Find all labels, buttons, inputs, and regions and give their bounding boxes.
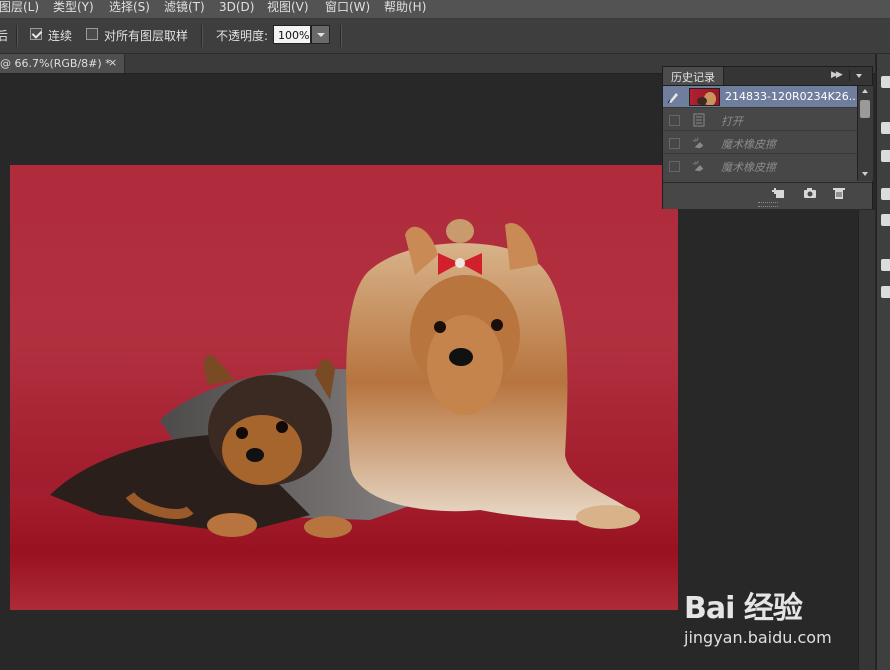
history-snapshot-row[interactable]: 214833-120R0234K26... <box>663 86 860 108</box>
history-step-label: 打开 <box>721 115 743 128</box>
history-brush-icon[interactable] <box>667 90 681 104</box>
history-step-row[interactable]: 魔术橡皮擦 <box>663 155 857 177</box>
panel-menu-icon[interactable] <box>849 70 868 81</box>
history-source-checkbox[interactable] <box>669 161 680 172</box>
panel-icon[interactable] <box>881 188 890 200</box>
menu-view[interactable]: 视图(V) <box>267 0 309 18</box>
divider <box>340 25 342 47</box>
menu-3d[interactable]: 3D(D) <box>219 0 254 18</box>
history-panel-title: 历史记录 <box>671 71 715 84</box>
tab-history[interactable]: 历史记录 <box>663 67 724 85</box>
document-canvas[interactable] <box>10 165 678 610</box>
vertical-scrollbar[interactable] <box>858 210 875 670</box>
resize-grip[interactable] <box>758 202 778 207</box>
options-bar: 后 连续 对所有图层取样 不透明度: 100% <box>0 19 890 54</box>
history-step-label: 魔术橡皮擦 <box>721 161 776 174</box>
contiguous-label: 连续 <box>48 29 73 43</box>
camera-icon[interactable] <box>803 187 817 199</box>
trash-icon[interactable] <box>832 187 846 199</box>
history-step-row[interactable]: 打开 <box>663 109 857 131</box>
snapshot-name: 214833-120R0234K26... <box>725 90 860 103</box>
magic-eraser-icon <box>692 137 704 149</box>
panel-icon[interactable] <box>881 286 890 298</box>
opacity-dropdown-button[interactable] <box>311 25 330 44</box>
menu-type[interactable]: 类型(Y) <box>53 0 94 18</box>
menu-help[interactable]: 帮助(H) <box>384 0 426 18</box>
opacity-input[interactable]: 100% <box>273 25 311 44</box>
watermark-url: jingyan.baidu.com <box>684 628 832 647</box>
menu-bar: 图层(L) 类型(Y) 选择(S) 滤镜(T) 3D(D) 视图(V) 窗口(W… <box>0 0 890 19</box>
collapse-panel-icon[interactable]: ▶▶ <box>831 70 843 80</box>
history-panel-footer <box>663 182 872 209</box>
sample-all-layers-checkbox[interactable] <box>86 28 98 40</box>
history-step-label: 魔术橡皮擦 <box>721 138 776 151</box>
anti-alias-label[interactable]: 后 <box>0 27 8 44</box>
snapshot-thumbnail <box>689 88 720 106</box>
panel-icon[interactable] <box>881 214 890 226</box>
menu-window[interactable]: 窗口(W) <box>325 0 370 18</box>
document-tab[interactable]: @ 66.7%(RGB/8#) * × <box>0 54 125 73</box>
divider <box>201 25 203 47</box>
new-document-from-state-icon[interactable] <box>771 187 785 199</box>
right-panel-dock <box>876 54 890 670</box>
history-panel-header: 历史记录 ▶▶ <box>663 67 872 86</box>
history-step-row[interactable]: 魔术橡皮擦 <box>663 132 857 154</box>
contiguous-checkbox[interactable] <box>30 28 42 40</box>
magic-eraser-icon <box>692 160 704 172</box>
watermark-logo: Bai 经验 <box>684 591 803 626</box>
menu-layer[interactable]: 图层(L) <box>0 0 39 18</box>
panel-icon[interactable] <box>881 76 890 88</box>
menu-select[interactable]: 选择(S) <box>109 0 150 18</box>
document-icon <box>693 113 705 127</box>
sample-all-layers-label: 对所有图层取样 <box>104 29 189 43</box>
opacity-label: 不透明度: <box>216 29 269 43</box>
history-scrollbar[interactable] <box>857 86 873 181</box>
panel-icon[interactable] <box>881 150 890 162</box>
panel-icon[interactable] <box>881 259 890 271</box>
history-source-checkbox[interactable] <box>669 115 680 126</box>
baidu-watermark: Bai 经验 jingyan.baidu.com <box>684 573 854 653</box>
close-icon[interactable]: × <box>108 56 117 69</box>
scroll-thumb[interactable] <box>860 100 870 118</box>
document-tab-label: @ 66.7%(RGB/8#) * <box>0 57 111 70</box>
panel-icon[interactable] <box>881 122 890 134</box>
menu-filter[interactable]: 滤镜(T) <box>164 0 205 18</box>
scroll-up-icon[interactable] <box>862 89 868 93</box>
history-source-checkbox[interactable] <box>669 138 680 149</box>
history-panel: 历史记录 ▶▶ 214833-120R0234K26... 打开 魔术橡皮擦 魔… <box>662 66 873 209</box>
scroll-down-icon[interactable] <box>862 172 868 176</box>
dogs-photo <box>50 219 640 538</box>
divider <box>16 25 18 47</box>
